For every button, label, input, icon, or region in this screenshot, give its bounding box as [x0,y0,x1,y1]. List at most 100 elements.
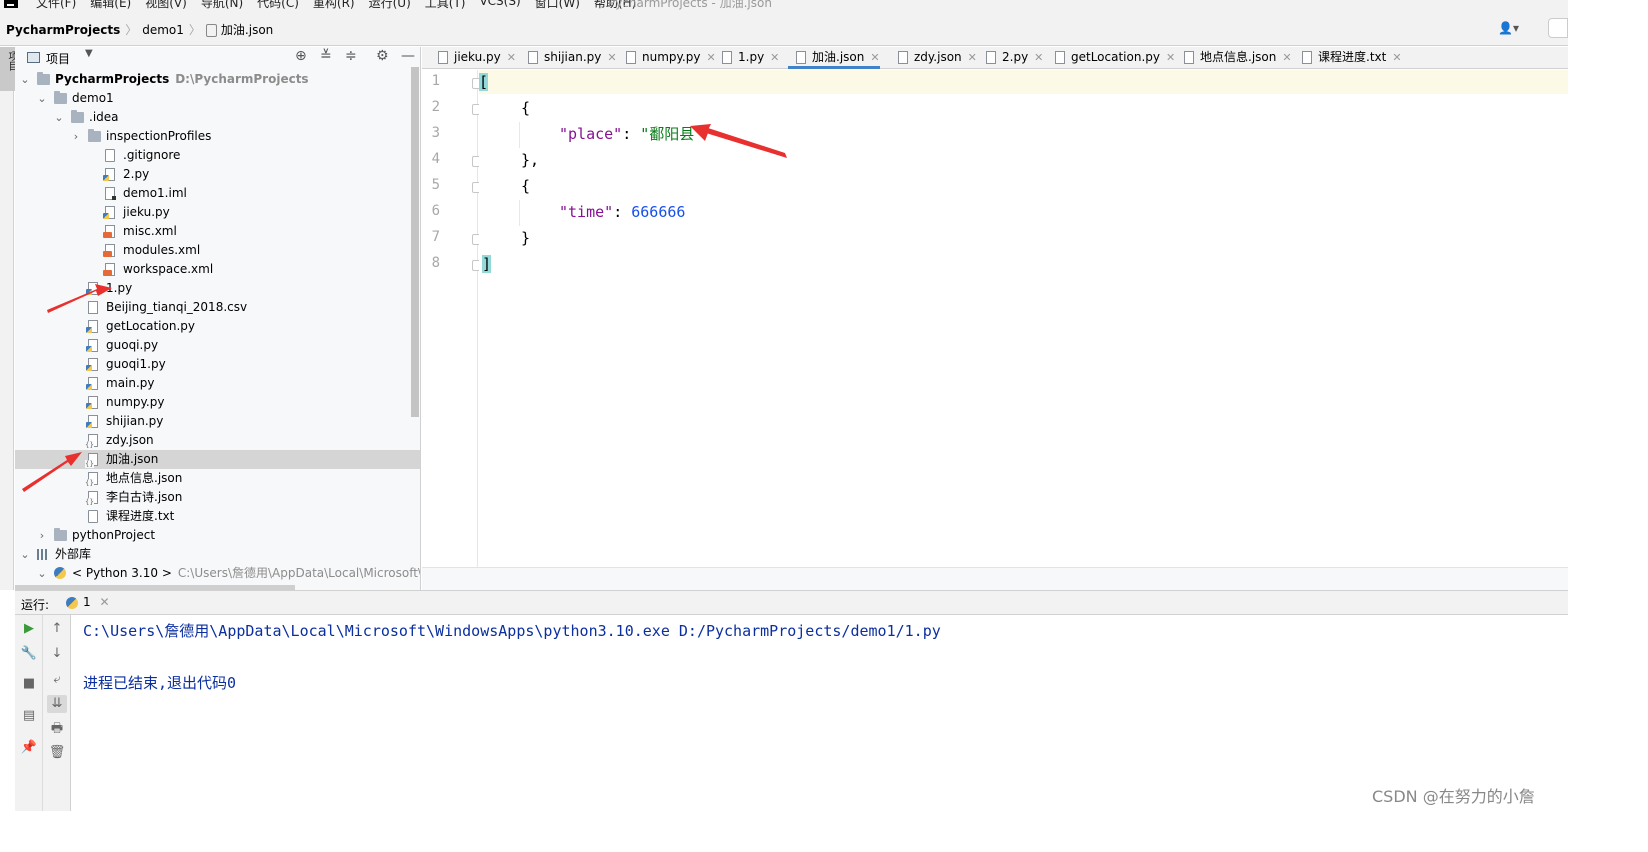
tree-item[interactable]: 2.py [15,165,420,184]
tree-item[interactable]: › pythonProject [15,526,420,545]
print-icon[interactable]: 🖶 [47,720,67,738]
menu-item[interactable]: VCS(S) [479,0,520,10]
tree-item[interactable]: zdy.json [15,431,420,450]
scroll-to-end-icon[interactable]: ⇊ [47,695,67,713]
tree-item[interactable]: ⌄ demo1 [15,89,420,108]
close-icon[interactable]: ✕ [1166,51,1175,64]
chevron-down-icon[interactable]: ⌄ [53,108,65,127]
tree-item[interactable]: guoqi1.py [15,355,420,374]
python-file-icon [103,168,115,181]
close-icon[interactable]: ✕ [1034,51,1043,64]
arrow-up-icon[interactable]: ↑ [47,620,67,638]
soft-wrap-icon[interactable]: ⤶ [47,671,67,689]
tree-item[interactable]: 课程进度.txt [15,507,420,526]
close-icon[interactable]: ✕ [607,51,616,64]
menu-item[interactable]: 运行(U) [369,0,411,10]
file-type-icon [528,51,538,64]
close-icon[interactable]: ✕ [870,51,879,64]
menu-item[interactable]: 文件(F) [36,0,76,10]
project-scrollbar[interactable] [411,67,419,417]
editor-tab[interactable]: 课程进度.txt ✕ [1294,47,1402,69]
locate-file-icon[interactable]: ⊕ [295,48,307,64]
tree-item[interactable]: shijian.py [15,412,420,431]
editor-tab[interactable]: 2.py ✕ [978,47,1043,69]
tree-item[interactable]: misc.xml [15,222,420,241]
library-icon [37,549,49,560]
chevron-down-icon[interactable]: ⌄ [36,564,48,583]
tree-item[interactable]: demo1.iml [15,184,420,203]
tree-item[interactable]: 李白古诗.json [15,488,420,507]
tree-item[interactable]: 1.py [15,279,420,298]
layout-icon[interactable]: ▤ [19,707,39,725]
chevron-down-icon[interactable]: ⌄ [19,70,31,89]
arrow-down-icon[interactable]: ↓ [47,645,67,663]
run-config-selector[interactable] [1548,18,1568,38]
editor-tab[interactable]: shijian.py ✕ [520,47,617,69]
chevron-down-icon[interactable]: ▼ [85,48,93,59]
close-icon[interactable]: ✕ [507,51,516,64]
rerun-icon[interactable]: ▶ [19,620,39,638]
editor-tab[interactable]: 加油.json ✕ [788,47,880,69]
close-icon[interactable]: ✕ [968,51,977,64]
chevron-down-icon[interactable]: ⌄ [19,545,31,564]
menu-item[interactable]: 导航(N) [201,0,243,10]
editor-tab[interactable]: 1.py ✕ [714,47,779,69]
code-editor[interactable]: [ { "place": "鄱阳县" }, { "time": 666666 }… [479,70,1568,567]
line-number: 6 [431,203,440,219]
close-icon[interactable]: ✕ [770,51,779,64]
stop-icon[interactable]: ■ [19,675,39,693]
breadcrumb-root[interactable]: PycharmProjects [6,23,120,37]
minimize-icon[interactable]: — [401,48,415,64]
close-icon[interactable]: ✕ [99,595,109,609]
editor-tab[interactable]: getLocation.py ✕ [1047,47,1175,69]
menu-item[interactable]: 视图(V) [145,0,187,10]
folder-icon [37,72,50,85]
tree-item[interactable]: guoqi.py [15,336,420,355]
menu-item[interactable]: 工具(T) [425,0,466,10]
tree-item[interactable]: 加油.json [15,450,420,469]
menu-item[interactable]: 窗口(W) [535,0,580,10]
close-icon[interactable]: ✕ [1282,51,1291,64]
tree-item[interactable]: ⌄ 外部库 [15,545,420,564]
chevron-right-icon[interactable]: › [36,526,48,545]
line-number: 4 [431,151,440,167]
tree-item[interactable]: workspace.xml [15,260,420,279]
tree-item[interactable]: main.py [15,374,420,393]
expand-all-icon[interactable]: ≚ [320,48,332,64]
json-file-icon [205,24,217,37]
tree-item[interactable]: numpy.py [15,393,420,412]
breadcrumb-folder[interactable]: demo1 [142,23,184,37]
menu-item[interactable]: 编辑(E) [90,0,131,10]
gear-icon[interactable]: ⚙ [376,48,389,64]
project-panel-title[interactable]: 项目 [46,50,70,67]
tree-item[interactable]: › inspectionProfiles [15,127,420,146]
tree-item[interactable]: ⌄ < Python 3.10 > C:\Users\詹德用\AppData\Loc… [15,564,420,583]
editor-tab[interactable]: 地点信息.json ✕ [1176,47,1292,69]
menu-item[interactable]: 重构(R) [313,0,355,10]
collapse-all-icon[interactable]: ≑ [345,48,357,64]
tree-item-label: main.py [106,376,155,390]
close-icon[interactable]: ✕ [1392,51,1401,64]
trash-icon[interactable]: 🗑 [47,744,67,762]
tree-item[interactable]: modules.xml [15,241,420,260]
editor-tab[interactable]: jieku.py ✕ [430,47,516,69]
tree-item[interactable]: getLocation.py [15,317,420,336]
tree-item[interactable]: ⌄ PycharmProjects D:\PycharmProjects [15,70,420,89]
editor-tab[interactable]: zdy.json ✕ [890,47,977,69]
tree-item[interactable]: .gitignore [15,146,420,165]
run-console[interactable]: C:\Users\詹德用\AppData\Local\Microsoft\Win… [72,615,1568,811]
tree-item-label: Beijing_tianqi_2018.csv [106,300,248,314]
breadcrumb-file[interactable]: 加油.json [221,21,273,38]
tree-item[interactable]: Beijing_tianqi_2018.csv [15,298,420,317]
chevron-down-icon[interactable]: ⌄ [36,89,48,108]
menu-item[interactable]: 代码(C) [257,0,299,10]
tree-item[interactable]: jieku.py [15,203,420,222]
chevron-right-icon[interactable]: › [70,127,82,146]
user-account-icon[interactable]: 👤▾ [1498,21,1519,35]
wrench-icon[interactable]: 🔧 [19,645,39,663]
pin-icon[interactable]: 📌 [19,739,39,757]
tree-item[interactable]: ⌄ .idea [15,108,420,127]
tree-item[interactable]: 地点信息.json [15,469,420,488]
editor-tab[interactable]: numpy.py ✕ [618,47,716,69]
run-tab[interactable]: 1 ✕ [63,591,114,615]
